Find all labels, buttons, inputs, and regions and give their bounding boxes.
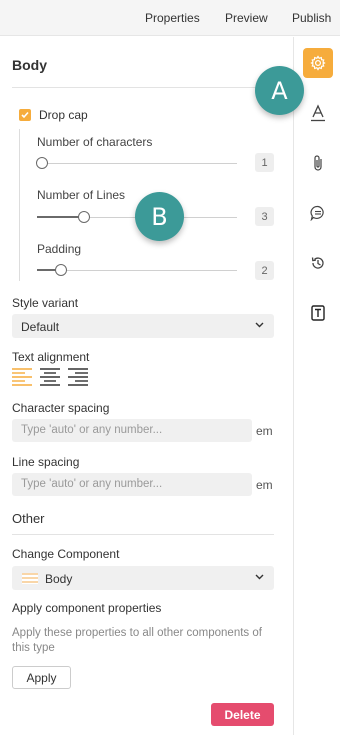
slider-track: [37, 163, 237, 164]
group-line: [19, 129, 20, 281]
rail-text-box-button[interactable]: [303, 298, 333, 328]
change-component-label: Change Component: [12, 547, 120, 561]
chevron-down-icon: [255, 322, 264, 328]
character-spacing-label: Character spacing: [12, 401, 110, 415]
character-spacing-input[interactable]: Type 'auto' or any number...: [12, 419, 252, 442]
text-box-icon: [311, 305, 325, 321]
style-variant-value: Default: [21, 320, 60, 334]
number-of-lines-label: Number of Lines: [37, 188, 126, 202]
number-of-characters-value: 1: [255, 153, 274, 172]
tab-properties[interactable]: Properties: [145, 11, 200, 25]
check-icon: [21, 111, 29, 119]
number-of-characters-slider[interactable]: [36, 157, 48, 169]
number-of-lines-value: 3: [255, 207, 274, 226]
align-left-icon[interactable]: [12, 368, 32, 386]
change-component-value: Body: [45, 572, 73, 586]
line-spacing-input[interactable]: Type 'auto' or any number...: [12, 473, 252, 496]
change-component-select[interactable]: Body: [12, 566, 274, 590]
padding-slider[interactable]: [55, 264, 67, 276]
rail-comment-button[interactable]: [303, 198, 333, 228]
style-variant-label: Style variant: [12, 296, 79, 310]
padding-value: 2: [255, 261, 274, 280]
rail-history-button[interactable]: [303, 248, 333, 278]
divider: [12, 534, 274, 535]
apply-properties-help: Apply these properties to all other comp…: [12, 627, 262, 654]
character-spacing-placeholder: Type 'auto' or any number...: [21, 424, 163, 436]
number-of-lines-slider[interactable]: [78, 211, 90, 223]
text-alignment-label: Text alignment: [12, 350, 90, 364]
line-spacing-label: Line spacing: [12, 455, 80, 469]
properties-panel: Body Drop cap Number of characters 1 Num…: [0, 37, 292, 735]
line-spacing-unit: em: [256, 478, 273, 492]
tab-publish[interactable]: Publish: [292, 11, 331, 25]
other-section-title: Other: [12, 511, 45, 526]
top-bar: Properties Preview Publish: [0, 0, 340, 36]
drop-cap-label: Drop cap: [39, 108, 88, 122]
text-style-icon: [311, 104, 325, 122]
apply-properties-label: Apply component properties: [12, 601, 162, 615]
attachment-icon: [314, 155, 322, 171]
rail-text-style-button[interactable]: [303, 98, 333, 128]
align-center-icon[interactable]: [40, 368, 60, 386]
component-swatch-icon: [22, 573, 38, 584]
align-justify-icon[interactable]: [68, 368, 88, 386]
history-icon: [311, 257, 324, 269]
slider-track: [37, 270, 237, 271]
chevron-down-icon: [255, 574, 264, 580]
apply-button[interactable]: Apply: [12, 666, 71, 689]
number-of-characters-label: Number of characters: [37, 135, 153, 149]
rail-attachment-button[interactable]: [303, 148, 333, 178]
right-rail: [293, 37, 340, 735]
drop-cap-checkbox[interactable]: [19, 109, 31, 121]
divider: [12, 87, 274, 88]
padding-label: Padding: [37, 242, 82, 256]
callout-b: B: [135, 192, 184, 241]
rail-settings-button[interactable]: [303, 48, 333, 78]
delete-button[interactable]: Delete: [211, 703, 274, 726]
callout-a: A: [255, 66, 304, 115]
character-spacing-unit: em: [256, 424, 273, 438]
tab-preview[interactable]: Preview: [225, 11, 268, 25]
comment-icon: [310, 205, 324, 221]
line-spacing-placeholder: Type 'auto' or any number...: [21, 478, 163, 490]
style-variant-select[interactable]: Default: [12, 314, 274, 338]
gear-icon: [310, 55, 326, 71]
panel-heading: Body: [12, 57, 47, 73]
